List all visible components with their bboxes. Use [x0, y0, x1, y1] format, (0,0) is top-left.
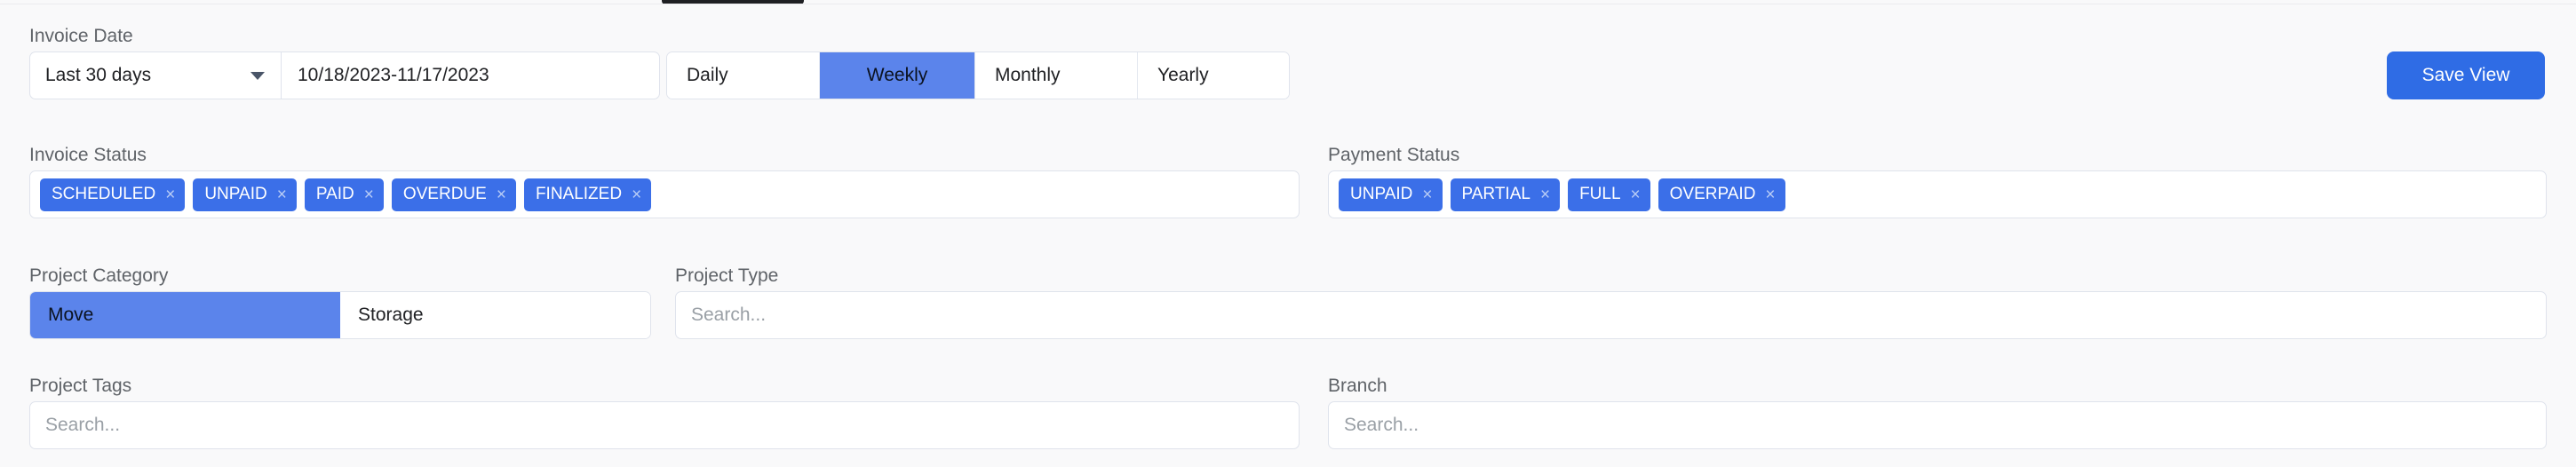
invoice-filter-panel: Invoice Date Last 30 days 10/18/2023-11/…: [0, 0, 2576, 467]
close-icon[interactable]: ×: [1422, 186, 1432, 203]
close-icon[interactable]: ×: [497, 186, 506, 203]
invoice-status-label: Invoice Status: [29, 145, 147, 165]
close-icon[interactable]: ×: [1765, 186, 1775, 203]
chip-overdue[interactable]: OVERDUE ×: [391, 178, 516, 211]
chip-payment-unpaid[interactable]: UNPAID ×: [1339, 178, 1443, 211]
chip-label: OVERDUE: [402, 185, 487, 203]
category-and-type-row: Project Category Move Storage Project Ty…: [0, 266, 2576, 346]
project-type-placeholder: Search...: [691, 305, 767, 325]
date-preset-select[interactable]: Last 30 days: [29, 51, 281, 99]
project-type-search-input[interactable]: Search...: [675, 291, 2547, 339]
chip-label: PARTIAL: [1461, 185, 1530, 203]
chip-label: FULL: [1579, 185, 1621, 203]
close-icon[interactable]: ×: [1540, 186, 1550, 203]
chip-paid[interactable]: PAID ×: [304, 178, 384, 211]
date-preset-value: Last 30 days: [45, 65, 152, 85]
chip-payment-partial[interactable]: PARTIAL ×: [1450, 178, 1561, 211]
payment-status-label: Payment Status: [1328, 145, 1460, 165]
close-icon[interactable]: ×: [277, 186, 287, 203]
category-tab-move[interactable]: Move: [30, 292, 340, 338]
project-tags-placeholder: Search...: [45, 415, 121, 435]
period-segmented-control: Daily Weekly Monthly Yearly: [666, 51, 1290, 99]
close-icon[interactable]: ×: [364, 186, 374, 203]
close-icon[interactable]: ×: [632, 186, 641, 203]
close-icon[interactable]: ×: [165, 186, 175, 203]
chip-label: UNPAID: [204, 185, 267, 203]
date-range-input[interactable]: 10/18/2023-11/17/2023: [281, 51, 660, 99]
chip-label: UNPAID: [1350, 185, 1413, 203]
chevron-down-icon: [250, 71, 265, 80]
chip-label: OVERPAID: [1669, 185, 1756, 203]
project-tags-label: Project Tags: [29, 376, 132, 396]
project-tags-search-input[interactable]: Search...: [29, 401, 1300, 449]
period-tab-daily[interactable]: Daily: [667, 52, 820, 99]
category-tab-storage[interactable]: Storage: [340, 292, 650, 338]
period-tab-yearly[interactable]: Yearly: [1138, 52, 1289, 99]
project-type-label: Project Type: [675, 265, 779, 286]
invoice-status-chips-field[interactable]: SCHEDULED × UNPAID × PAID × OVERDUE × FI…: [29, 170, 1300, 218]
date-range-value: 10/18/2023-11/17/2023: [298, 65, 489, 85]
chip-finalized[interactable]: FINALIZED ×: [523, 178, 652, 211]
payment-status-chips-field[interactable]: UNPAID × PARTIAL × FULL × OVERPAID ×: [1328, 170, 2547, 218]
chip-scheduled[interactable]: SCHEDULED ×: [40, 178, 186, 211]
save-view-button[interactable]: Save View: [2387, 51, 2545, 99]
chip-label: PAID: [315, 185, 354, 203]
invoice-date-label: Invoice Date: [29, 26, 133, 46]
invoice-date-control-group: Last 30 days 10/18/2023-11/17/2023: [29, 51, 660, 99]
branch-label: Branch: [1328, 376, 1387, 396]
project-category-label: Project Category: [29, 265, 169, 286]
period-tab-weekly[interactable]: Weekly: [820, 52, 975, 99]
branch-placeholder: Search...: [1344, 415, 1419, 435]
status-filters-row: Invoice Status SCHEDULED × UNPAID × PAID…: [0, 146, 2576, 226]
chip-label: SCHEDULED: [52, 185, 156, 203]
chip-label: FINALIZED: [535, 185, 623, 203]
branch-search-input[interactable]: Search...: [1328, 401, 2547, 449]
project-category-segmented-control: Move Storage: [29, 291, 651, 339]
date-and-period-row: Invoice Date Last 30 days 10/18/2023-11/…: [0, 27, 2576, 103]
period-tab-monthly[interactable]: Monthly: [975, 52, 1138, 99]
tags-and-branch-row: Project Tags Search... Branch Search...: [0, 376, 2576, 456]
chip-payment-overpaid[interactable]: OVERPAID ×: [1658, 178, 1785, 211]
chip-payment-full[interactable]: FULL ×: [1568, 178, 1650, 211]
chip-unpaid[interactable]: UNPAID ×: [193, 178, 297, 211]
close-icon[interactable]: ×: [1631, 186, 1641, 203]
